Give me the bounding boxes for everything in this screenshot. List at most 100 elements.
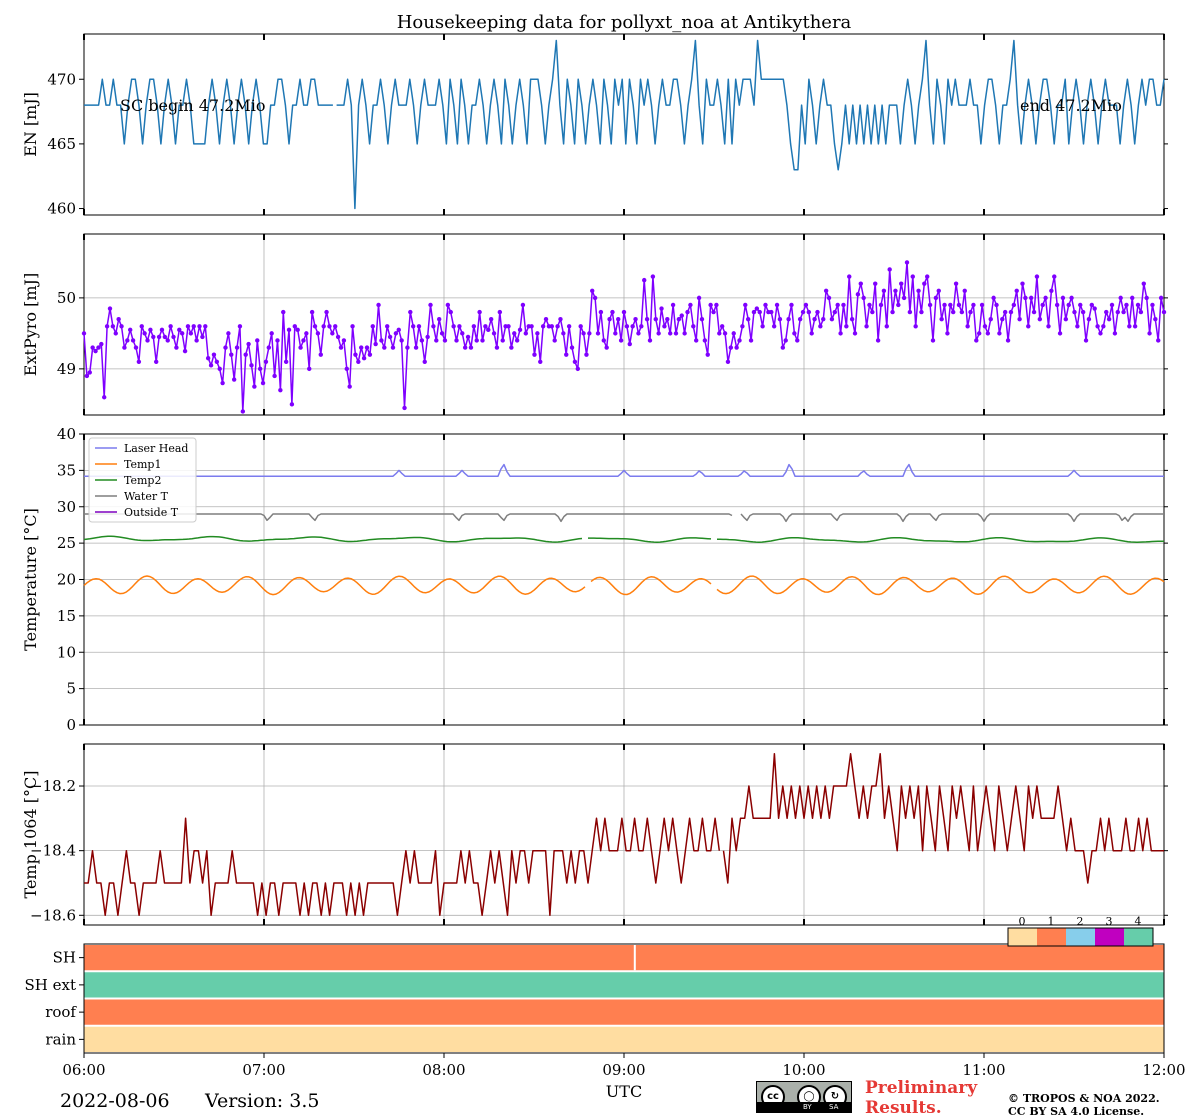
extpyro-panel-point	[792, 331, 797, 336]
extpyro-panel-point	[797, 316, 803, 322]
extpyro-panel-point	[289, 402, 295, 407]
status-row-sh-ext	[84, 972, 1164, 998]
temperature-panel-ytick-label: 40	[57, 425, 76, 443]
temp1064-panel-ytick-label: −18.6	[30, 906, 76, 924]
extpyro-panel-point	[633, 316, 638, 322]
extpyro-panel-point	[90, 345, 95, 350]
extpyro-panel-point	[480, 338, 485, 343]
extpyro-panel-point	[104, 324, 110, 329]
extpyro-panel-point	[246, 341, 251, 347]
extpyro-panel-point	[488, 316, 494, 322]
extpyro-panel-point	[731, 331, 736, 336]
extpyro-panel-point	[930, 338, 936, 343]
extpyro-panel-point	[685, 309, 690, 315]
en-panel-annotation: end 47.2Mio	[1020, 96, 1122, 115]
extpyro-panel-point	[122, 345, 127, 350]
extpyro-panel-point	[1130, 295, 1135, 301]
footer-date: 2022-08-06	[60, 1090, 170, 1112]
extpyro-panel-point	[578, 324, 583, 329]
extpyro-panel-point	[281, 309, 286, 315]
extpyro-panel-point	[604, 345, 609, 350]
extpyro-panel-point	[1101, 324, 1106, 329]
colorbar-cell-3	[1095, 928, 1124, 946]
extpyro-panel-point	[96, 345, 101, 350]
extpyro-panel-point	[81, 331, 87, 336]
extpyro-panel-point	[422, 359, 427, 364]
extpyro-panel-point	[696, 295, 702, 301]
extpyro-panel-point	[133, 345, 139, 350]
extpyro-panel-point	[693, 338, 699, 343]
extpyro-panel-point	[229, 352, 234, 357]
extpyro-panel-point	[428, 302, 433, 308]
temp1064-panel-ylabel: Temp 1064 [°C]	[21, 771, 40, 899]
extpyro-panel-point	[561, 331, 566, 336]
extpyro-panel-point	[838, 331, 843, 336]
chart-panels: 460 465 470 EN [mJ] SC begin 47.2Mio end 47.2…	[21, 33, 1186, 1101]
extpyro-panel-point	[936, 288, 941, 293]
en-panel-ytick-label: 460	[47, 200, 76, 218]
extpyro-panel-point	[893, 288, 898, 293]
extpyro-panel-point	[665, 316, 670, 322]
extpyro-panel-point	[1057, 331, 1063, 336]
extpyro-panel-point	[789, 302, 794, 308]
extpyro-panel-point	[800, 309, 806, 315]
extpyro-panel-point	[333, 324, 338, 329]
extpyro-panel-point	[506, 324, 511, 329]
extpyro-panel-point	[673, 331, 679, 336]
extpyro-panel-point	[1138, 309, 1144, 315]
extpyro-panel-point	[1156, 338, 1161, 343]
extpyro-panel-point	[835, 302, 840, 308]
extpyro-panel-point	[500, 338, 505, 343]
colorbar-tick-label: 2	[1077, 915, 1084, 928]
colorbar-tick-label: 3	[1106, 915, 1113, 928]
extpyro-panel-point	[887, 267, 892, 272]
extpyro-panel-point	[211, 352, 217, 357]
extpyro-panel-point	[263, 359, 269, 364]
extpyro-panel-ytick-label: 50	[57, 289, 76, 307]
extpyro-panel-point	[821, 316, 826, 322]
x-axis-tick-label: 08:00	[422, 1061, 465, 1079]
extpyro-panel-point	[535, 331, 540, 336]
extpyro-panel-point	[734, 345, 739, 350]
extpyro-panel-point	[205, 356, 211, 361]
extpyro-panel-point	[927, 302, 933, 308]
extpyro-panel-point	[335, 334, 341, 340]
extpyro-panel-point	[668, 331, 673, 336]
extpyro-panel-point	[913, 324, 918, 329]
extpyro-panel-point	[1075, 324, 1080, 329]
legend-label-temp2: Temp2	[124, 474, 161, 487]
preliminary-results-note: Preliminary Results.	[865, 1078, 1005, 1118]
temperature-panel-series-temp2-line	[716, 536, 1165, 543]
preliminary-line-2: Results.	[865, 1098, 942, 1118]
extpyro-panel-point	[385, 324, 390, 329]
extpyro-panel-point	[321, 324, 326, 329]
extpyro-panel-point	[1072, 309, 1077, 315]
cc-by-label: BY	[803, 1103, 812, 1111]
colorbar-tick-label: 4	[1135, 915, 1142, 928]
temperature-panel-series-temp1-line	[83, 575, 586, 596]
extpyro-panel-point	[139, 324, 144, 329]
extpyro-panel-point	[806, 309, 812, 315]
extpyro-panel-point	[457, 324, 462, 329]
extpyro-panel-point	[1037, 316, 1043, 322]
extpyro-panel-point	[1023, 295, 1028, 301]
extpyro-panel-point	[312, 324, 318, 329]
extpyro-panel-point	[171, 334, 176, 340]
extpyro-panel-point	[653, 316, 658, 322]
extpyro-panel-point	[919, 309, 924, 315]
extpyro-panel-point	[153, 359, 159, 364]
extpyro-panel-point	[113, 331, 118, 336]
extpyro-panel-point	[555, 324, 560, 329]
extpyro-panel-point	[642, 277, 647, 283]
extpyro-panel-point	[959, 309, 965, 315]
extpyro-panel-point	[356, 359, 361, 364]
x-axis-tick-label: 06:00	[62, 1061, 105, 1079]
extpyro-panel-point	[950, 309, 956, 315]
extpyro-panel-point	[1144, 295, 1149, 301]
extpyro-panel-point	[1063, 316, 1069, 322]
extpyro-panel-point	[948, 302, 953, 308]
extpyro-panel-point	[286, 327, 292, 333]
extpyro-panel-point	[1141, 281, 1146, 286]
extpyro-panel-point	[1098, 331, 1103, 336]
temperature-panel-ytick-label: 15	[57, 607, 76, 625]
